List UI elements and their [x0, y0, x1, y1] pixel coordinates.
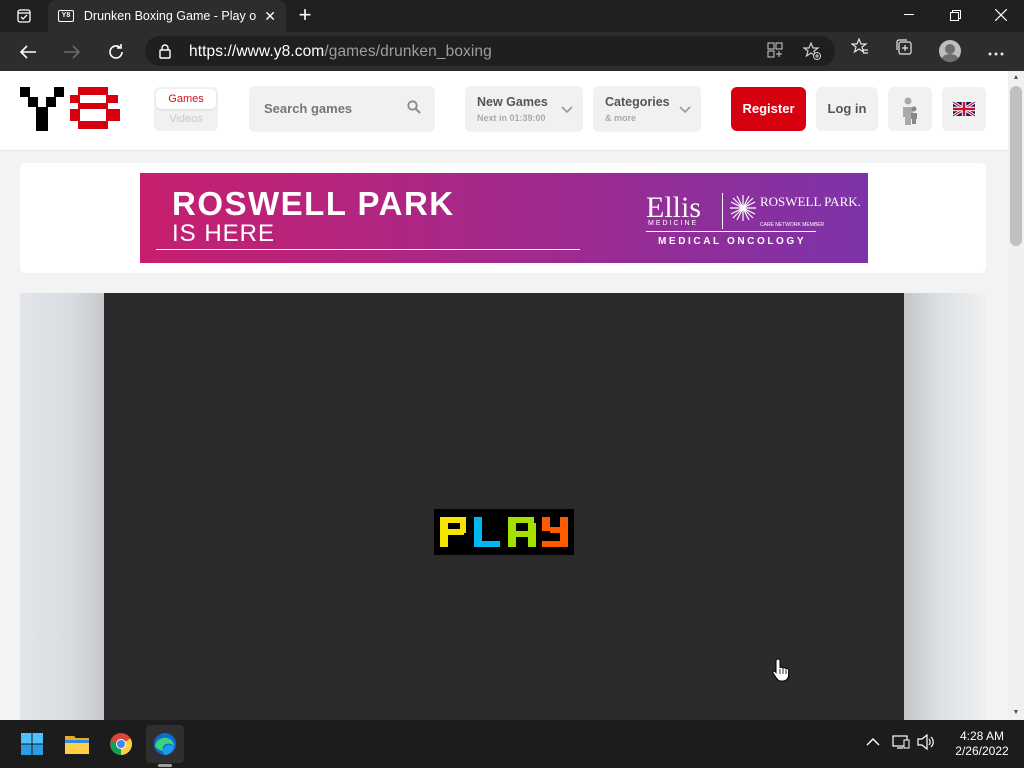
chevron-down-icon — [679, 101, 691, 119]
play-button[interactable] — [434, 509, 574, 555]
game-canvas[interactable] — [104, 293, 904, 720]
search-icon[interactable] — [407, 100, 421, 119]
chevron-down-icon — [561, 101, 573, 119]
profile-avatar-icon[interactable] — [939, 40, 961, 62]
scroll-down-icon[interactable]: ▼ — [1008, 706, 1024, 720]
windows-start-icon[interactable] — [13, 725, 51, 763]
new-tab-button[interactable]: + — [294, 4, 316, 28]
chrome-icon[interactable] — [102, 725, 140, 763]
web-page: Games Videos Search games New Games Next… — [0, 71, 1008, 720]
tab-actions-icon[interactable] — [8, 6, 40, 26]
parents-icon[interactable] — [888, 87, 932, 131]
categories-dropdown[interactable]: Categories & more — [593, 86, 701, 132]
ad-brand-ellis-sub: MEDICINE — [648, 220, 699, 227]
tab-title: Drunken Boxing Game - Play onl — [83, 9, 257, 23]
login-button[interactable]: Log in — [816, 87, 878, 131]
browser-tab[interactable]: Y8 Drunken Boxing Game - Play onl ✕ — [48, 0, 286, 32]
edge-icon[interactable] — [146, 725, 184, 763]
file-explorer-icon[interactable] — [58, 725, 96, 763]
clock-date: 2/26/2022 — [955, 744, 1009, 758]
chevron-up-icon[interactable] — [866, 734, 880, 750]
restore-icon[interactable] — [932, 0, 978, 30]
ad-vertical-divider — [722, 193, 723, 229]
advertisement-banner[interactable]: ROSWELL PARK IS HERE Ellis MEDICINE ROSW… — [140, 173, 868, 263]
address-bar[interactable]: https://www.y8.com/games/drunken_boxing — [145, 36, 835, 66]
ad-tagline: MEDICAL ONCOLOGY — [658, 236, 807, 247]
games-videos-toggle: Games Videos — [154, 87, 218, 131]
app-available-icon[interactable] — [765, 42, 785, 62]
y8-logo-icon[interactable] — [20, 87, 122, 133]
add-favorite-icon[interactable] — [802, 41, 822, 62]
page-scrollbar[interactable]: ▲ ▼ — [1008, 71, 1024, 720]
categories-label: Categories — [605, 95, 670, 109]
favorites-icon[interactable] — [848, 37, 872, 65]
scrollbar-thumb[interactable] — [1010, 86, 1022, 246]
url-text[interactable]: https://www.y8.com/games/drunken_boxing — [189, 43, 492, 61]
search-input[interactable]: Search games — [249, 86, 435, 132]
ad-rule — [646, 231, 816, 232]
back-icon[interactable] — [14, 38, 42, 66]
scroll-up-icon[interactable]: ▲ — [1008, 71, 1024, 85]
games-tab[interactable]: Games — [156, 89, 216, 109]
register-button[interactable]: Register — [731, 87, 806, 131]
active-app-indicator — [158, 764, 172, 767]
volume-icon[interactable] — [917, 733, 935, 753]
close-window-icon[interactable] — [978, 0, 1024, 30]
browser-titlebar: Y8 Drunken Boxing Game - Play onl ✕ + — [0, 0, 1024, 32]
game-side-right — [904, 293, 986, 720]
ad-container: ROSWELL PARK IS HERE Ellis MEDICINE ROSW… — [20, 163, 986, 273]
new-games-dropdown[interactable]: New Games Next in 01:39:00 — [465, 86, 583, 132]
tab-close-icon[interactable]: ✕ — [264, 8, 276, 25]
hand-cursor-icon — [772, 658, 790, 687]
site-header: Games Videos Search games New Games Next… — [0, 71, 1008, 151]
lock-icon[interactable] — [159, 44, 171, 64]
ad-headline: ROSWELL PARK — [172, 185, 455, 222]
clock-time: 4:28 AM — [959, 729, 1005, 743]
uk-flag-icon[interactable] — [942, 87, 986, 131]
collections-icon[interactable] — [892, 37, 916, 65]
search-placeholder: Search games — [264, 101, 353, 116]
taskbar-clock[interactable]: 4:28 AM 2/26/2022 — [944, 729, 1020, 759]
new-games-label: New Games — [477, 95, 548, 109]
minimize-icon[interactable] — [886, 0, 932, 30]
ad-brand-roswell-sub: CARE NETWORK MEMBER — [760, 222, 825, 228]
forward-icon[interactable] — [58, 38, 86, 66]
game-side-left — [20, 293, 104, 720]
network-icon[interactable] — [892, 734, 910, 753]
ad-subline: IS HERE — [172, 220, 276, 247]
ad-brand-roswell: ROSWELL PARK. — [760, 194, 861, 209]
taskbar: 4:28 AM 2/26/2022 — [0, 720, 1024, 768]
play-pixel-text-icon — [440, 517, 568, 547]
roswell-logo-icon — [728, 193, 758, 223]
more-menu-icon[interactable] — [984, 37, 1008, 65]
ad-divider — [156, 249, 580, 250]
new-games-timer: Next in 01:39:00 — [477, 113, 546, 123]
videos-tab[interactable]: Videos — [156, 110, 216, 129]
refresh-icon[interactable] — [102, 38, 130, 66]
categories-subtitle: & more — [605, 113, 637, 123]
y8-favicon-icon: Y8 — [58, 10, 74, 22]
